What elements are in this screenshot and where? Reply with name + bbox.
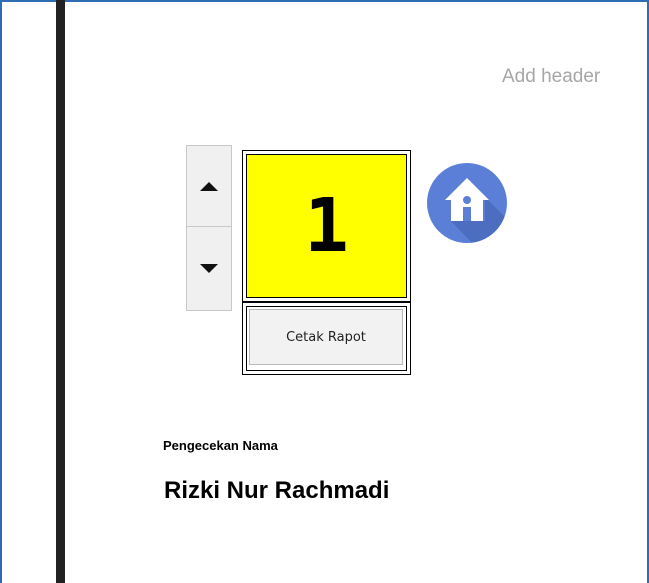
- add-header-placeholder[interactable]: Add header: [502, 66, 600, 88]
- name-check-label: Pengecekan Nama: [163, 438, 278, 453]
- home-button[interactable]: [427, 163, 507, 243]
- name-check-value: Rizki Nur Rachmadi: [164, 477, 390, 504]
- spin-up-button[interactable]: [187, 146, 231, 227]
- number-spinner[interactable]: [186, 145, 232, 311]
- counter-fill: 1: [246, 154, 407, 298]
- counter-value: 1: [304, 183, 349, 269]
- window-top-border: [0, 0, 649, 2]
- triangle-up-icon: [200, 181, 218, 191]
- window-left-border: [0, 0, 2, 583]
- triangle-down-icon: [200, 264, 218, 273]
- home-icon: [427, 163, 507, 243]
- page-margin-bar: [56, 0, 65, 583]
- spin-down-button[interactable]: [187, 228, 231, 309]
- print-report-button[interactable]: Cetak Rapot: [249, 309, 403, 365]
- counter-cell: 1: [242, 150, 411, 302]
